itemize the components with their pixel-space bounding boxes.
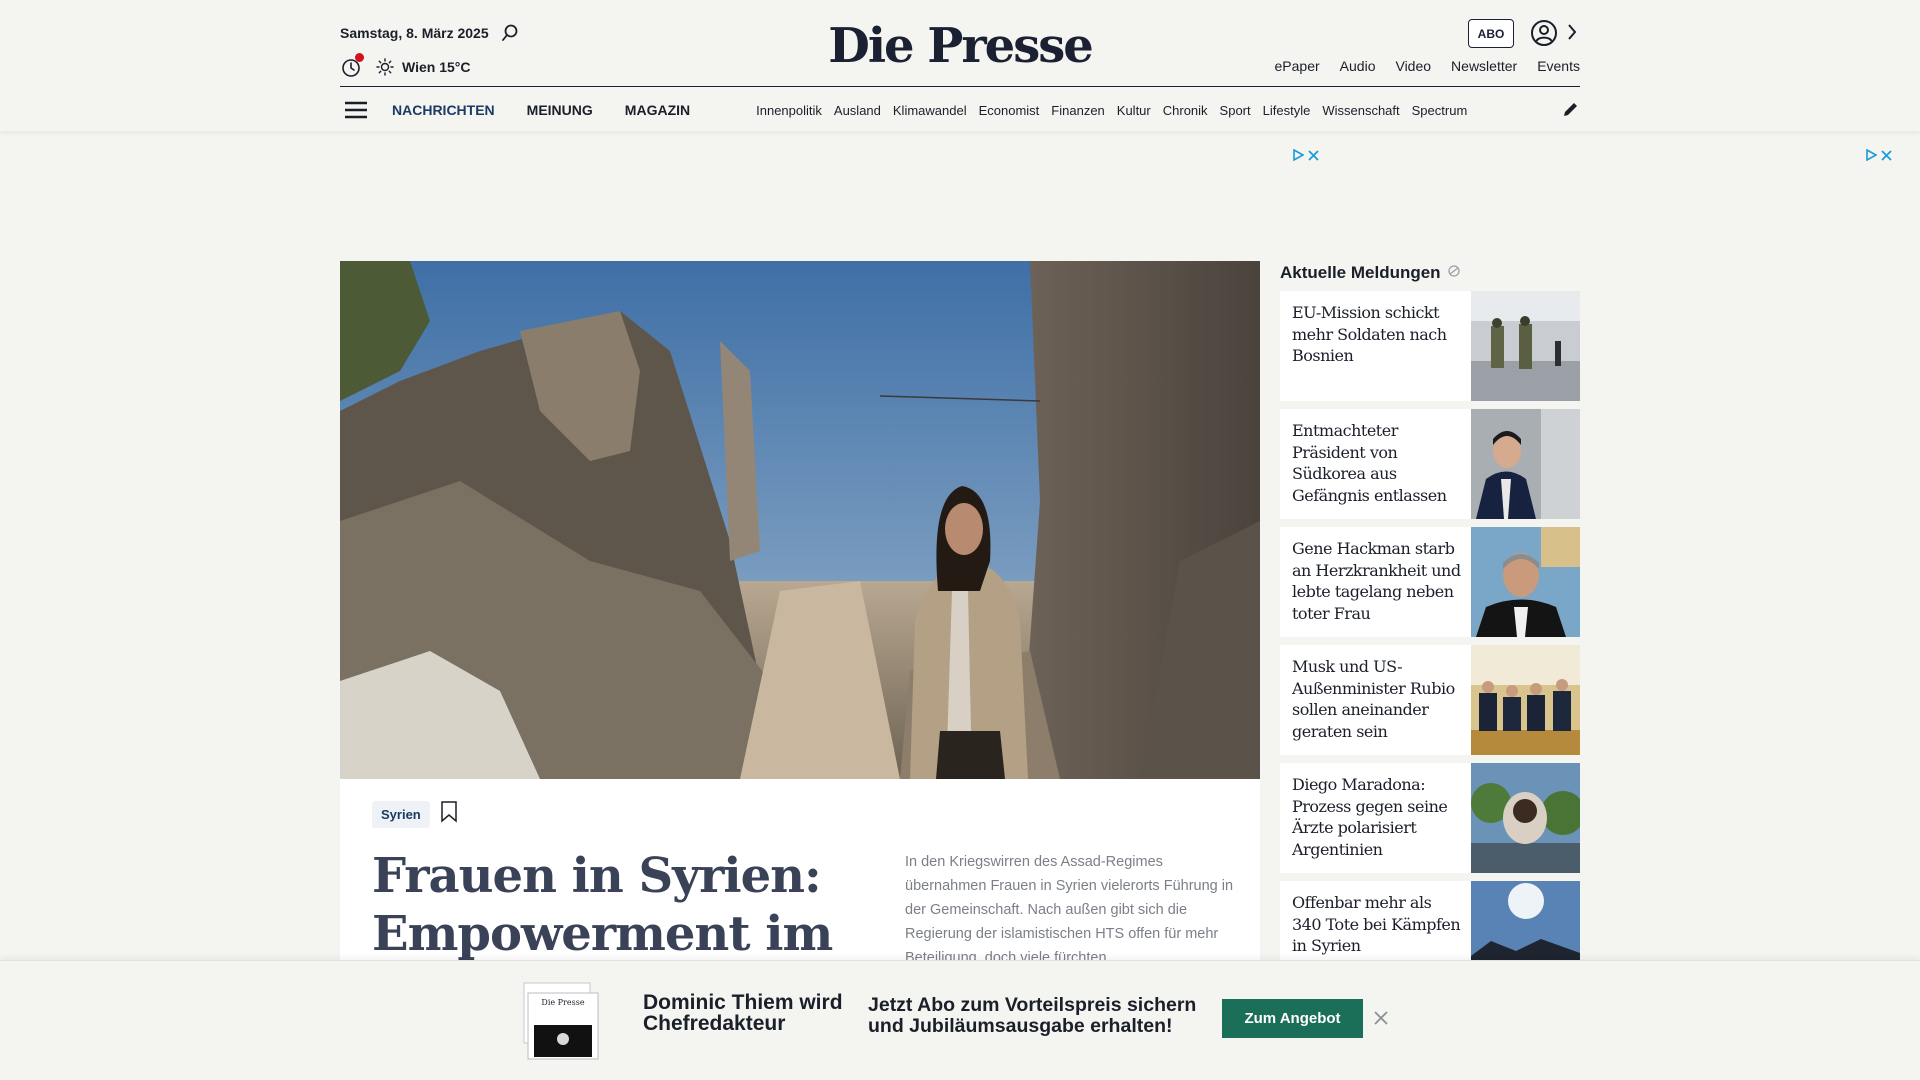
- nav-klimawandel[interactable]: Klimawandel: [893, 103, 967, 118]
- news-item[interactable]: Diego Maradona: Prozess gegen seine Ärzt…: [1280, 763, 1580, 873]
- news-item[interactable]: Musk und US-Außenminister Rubio sollen a…: [1280, 645, 1580, 755]
- news-thumbnail: [1471, 645, 1580, 755]
- site-header: Samstag, 8. März 2025 Wien 15°C Die Pres…: [0, 0, 1920, 131]
- link-video[interactable]: Video: [1395, 58, 1431, 74]
- news-item[interactable]: Gene Hackman starb an Herzkrankheit und …: [1280, 527, 1580, 637]
- menu-icon[interactable]: [340, 100, 372, 120]
- article-headline[interactable]: Frauen in Syrien: Empowerment im: [372, 847, 852, 963]
- news-thumbnail: [1471, 409, 1580, 519]
- header-divider: [340, 86, 1580, 87]
- user-account-icon[interactable]: [1530, 19, 1558, 52]
- nav-economist[interactable]: Economist: [979, 103, 1040, 118]
- promo-text: Jetzt Abo zum Vorteilspreis sichern und …: [868, 994, 1197, 1037]
- ad-controls-left: [1292, 148, 1319, 166]
- ad-close-icon[interactable]: [1308, 148, 1319, 166]
- site-logo[interactable]: Die Presse: [0, 18, 1920, 74]
- news-item-title: Entmachteter Präsident von Südkorea aus …: [1292, 421, 1447, 505]
- nav-chronik[interactable]: Chronik: [1163, 103, 1208, 118]
- news-item-title: Diego Maradona: Prozess gegen seine Ärzt…: [1292, 775, 1448, 859]
- promo-title: Dominic Thiem wird Chefredakteur: [643, 991, 843, 1035]
- main-navigation: NACHRICHTEN MEINUNG MAGAZIN Innenpolitik…: [340, 96, 1580, 124]
- ad-choices-icon[interactable]: [1292, 148, 1305, 166]
- nav-finanzen[interactable]: Finanzen: [1051, 103, 1104, 118]
- service-links: ePaper Audio Video Newsletter Events: [1275, 58, 1580, 74]
- nav-nachrichten[interactable]: NACHRICHTEN: [392, 102, 495, 118]
- news-thumbnail: [1471, 291, 1580, 401]
- chevron-right-icon[interactable]: [1566, 21, 1578, 48]
- hero-image[interactable]: [340, 261, 1260, 779]
- article-tag-row: Syrien: [372, 801, 458, 828]
- bookmark-icon[interactable]: [440, 801, 458, 828]
- ad-choices-icon[interactable]: [1865, 148, 1878, 166]
- nav-wissenschaft[interactable]: Wissenschaft: [1322, 103, 1399, 118]
- nav-kultur[interactable]: Kultur: [1117, 103, 1151, 118]
- latest-news-sidebar: Aktuelle Meldungen EU-Mission schickt me…: [1280, 261, 1580, 999]
- abo-button[interactable]: ABO: [1468, 19, 1514, 48]
- news-item[interactable]: EU-Mission schickt mehr Soldaten nach Bo…: [1280, 291, 1580, 401]
- sidebar-heading: Aktuelle Meldungen: [1280, 261, 1580, 285]
- category-tag[interactable]: Syrien: [372, 801, 430, 828]
- news-item-title: Gene Hackman starb an Herzkrankheit und …: [1292, 539, 1461, 623]
- nav-innenpolitik[interactable]: Innenpolitik: [756, 103, 822, 118]
- pulse-icon: [1447, 263, 1461, 283]
- sidebar-title: Aktuelle Meldungen: [1280, 263, 1441, 282]
- cover-logo-text: Die Presse: [541, 998, 584, 1007]
- news-item[interactable]: Entmachteter Präsident von Südkorea aus …: [1280, 409, 1580, 519]
- link-audio[interactable]: Audio: [1340, 58, 1376, 74]
- nav-lifestyle[interactable]: Lifestyle: [1263, 103, 1311, 118]
- link-events[interactable]: Events: [1537, 58, 1580, 74]
- link-epaper[interactable]: ePaper: [1275, 58, 1320, 74]
- nav-spectrum[interactable]: Spectrum: [1412, 103, 1468, 118]
- link-newsletter[interactable]: Newsletter: [1451, 58, 1517, 74]
- newspaper-cover-image: Die Presse: [522, 981, 602, 1061]
- news-item-title: EU-Mission schickt mehr Soldaten nach Bo…: [1292, 303, 1447, 365]
- close-icon[interactable]: [1374, 1011, 1388, 1030]
- ad-controls-right: [1865, 148, 1892, 166]
- nav-magazin[interactable]: MAGAZIN: [625, 102, 690, 118]
- nav-meinung[interactable]: MEINUNG: [527, 102, 593, 118]
- sub-nav: Innenpolitik Ausland Klimawandel Economi…: [756, 103, 1516, 118]
- ad-close-icon[interactable]: [1881, 148, 1892, 166]
- offer-button[interactable]: Zum Angebot: [1222, 999, 1363, 1038]
- nav-ausland[interactable]: Ausland: [834, 103, 881, 118]
- nav-sport[interactable]: Sport: [1220, 103, 1251, 118]
- edit-pencil-icon[interactable]: [1562, 100, 1580, 118]
- main-nav: NACHRICHTEN MEINUNG MAGAZIN: [392, 102, 690, 118]
- news-thumbnail: [1471, 527, 1580, 637]
- subscription-promo-banner: Die Presse Dominic Thiem wird Chefredakt…: [0, 960, 1920, 1080]
- news-thumbnail: [1471, 763, 1580, 873]
- news-item-title: Musk und US-Außenminister Rubio sollen a…: [1292, 657, 1455, 741]
- article-teaser: In den Kriegswirren des Assad-Regimes üb…: [905, 854, 1234, 966]
